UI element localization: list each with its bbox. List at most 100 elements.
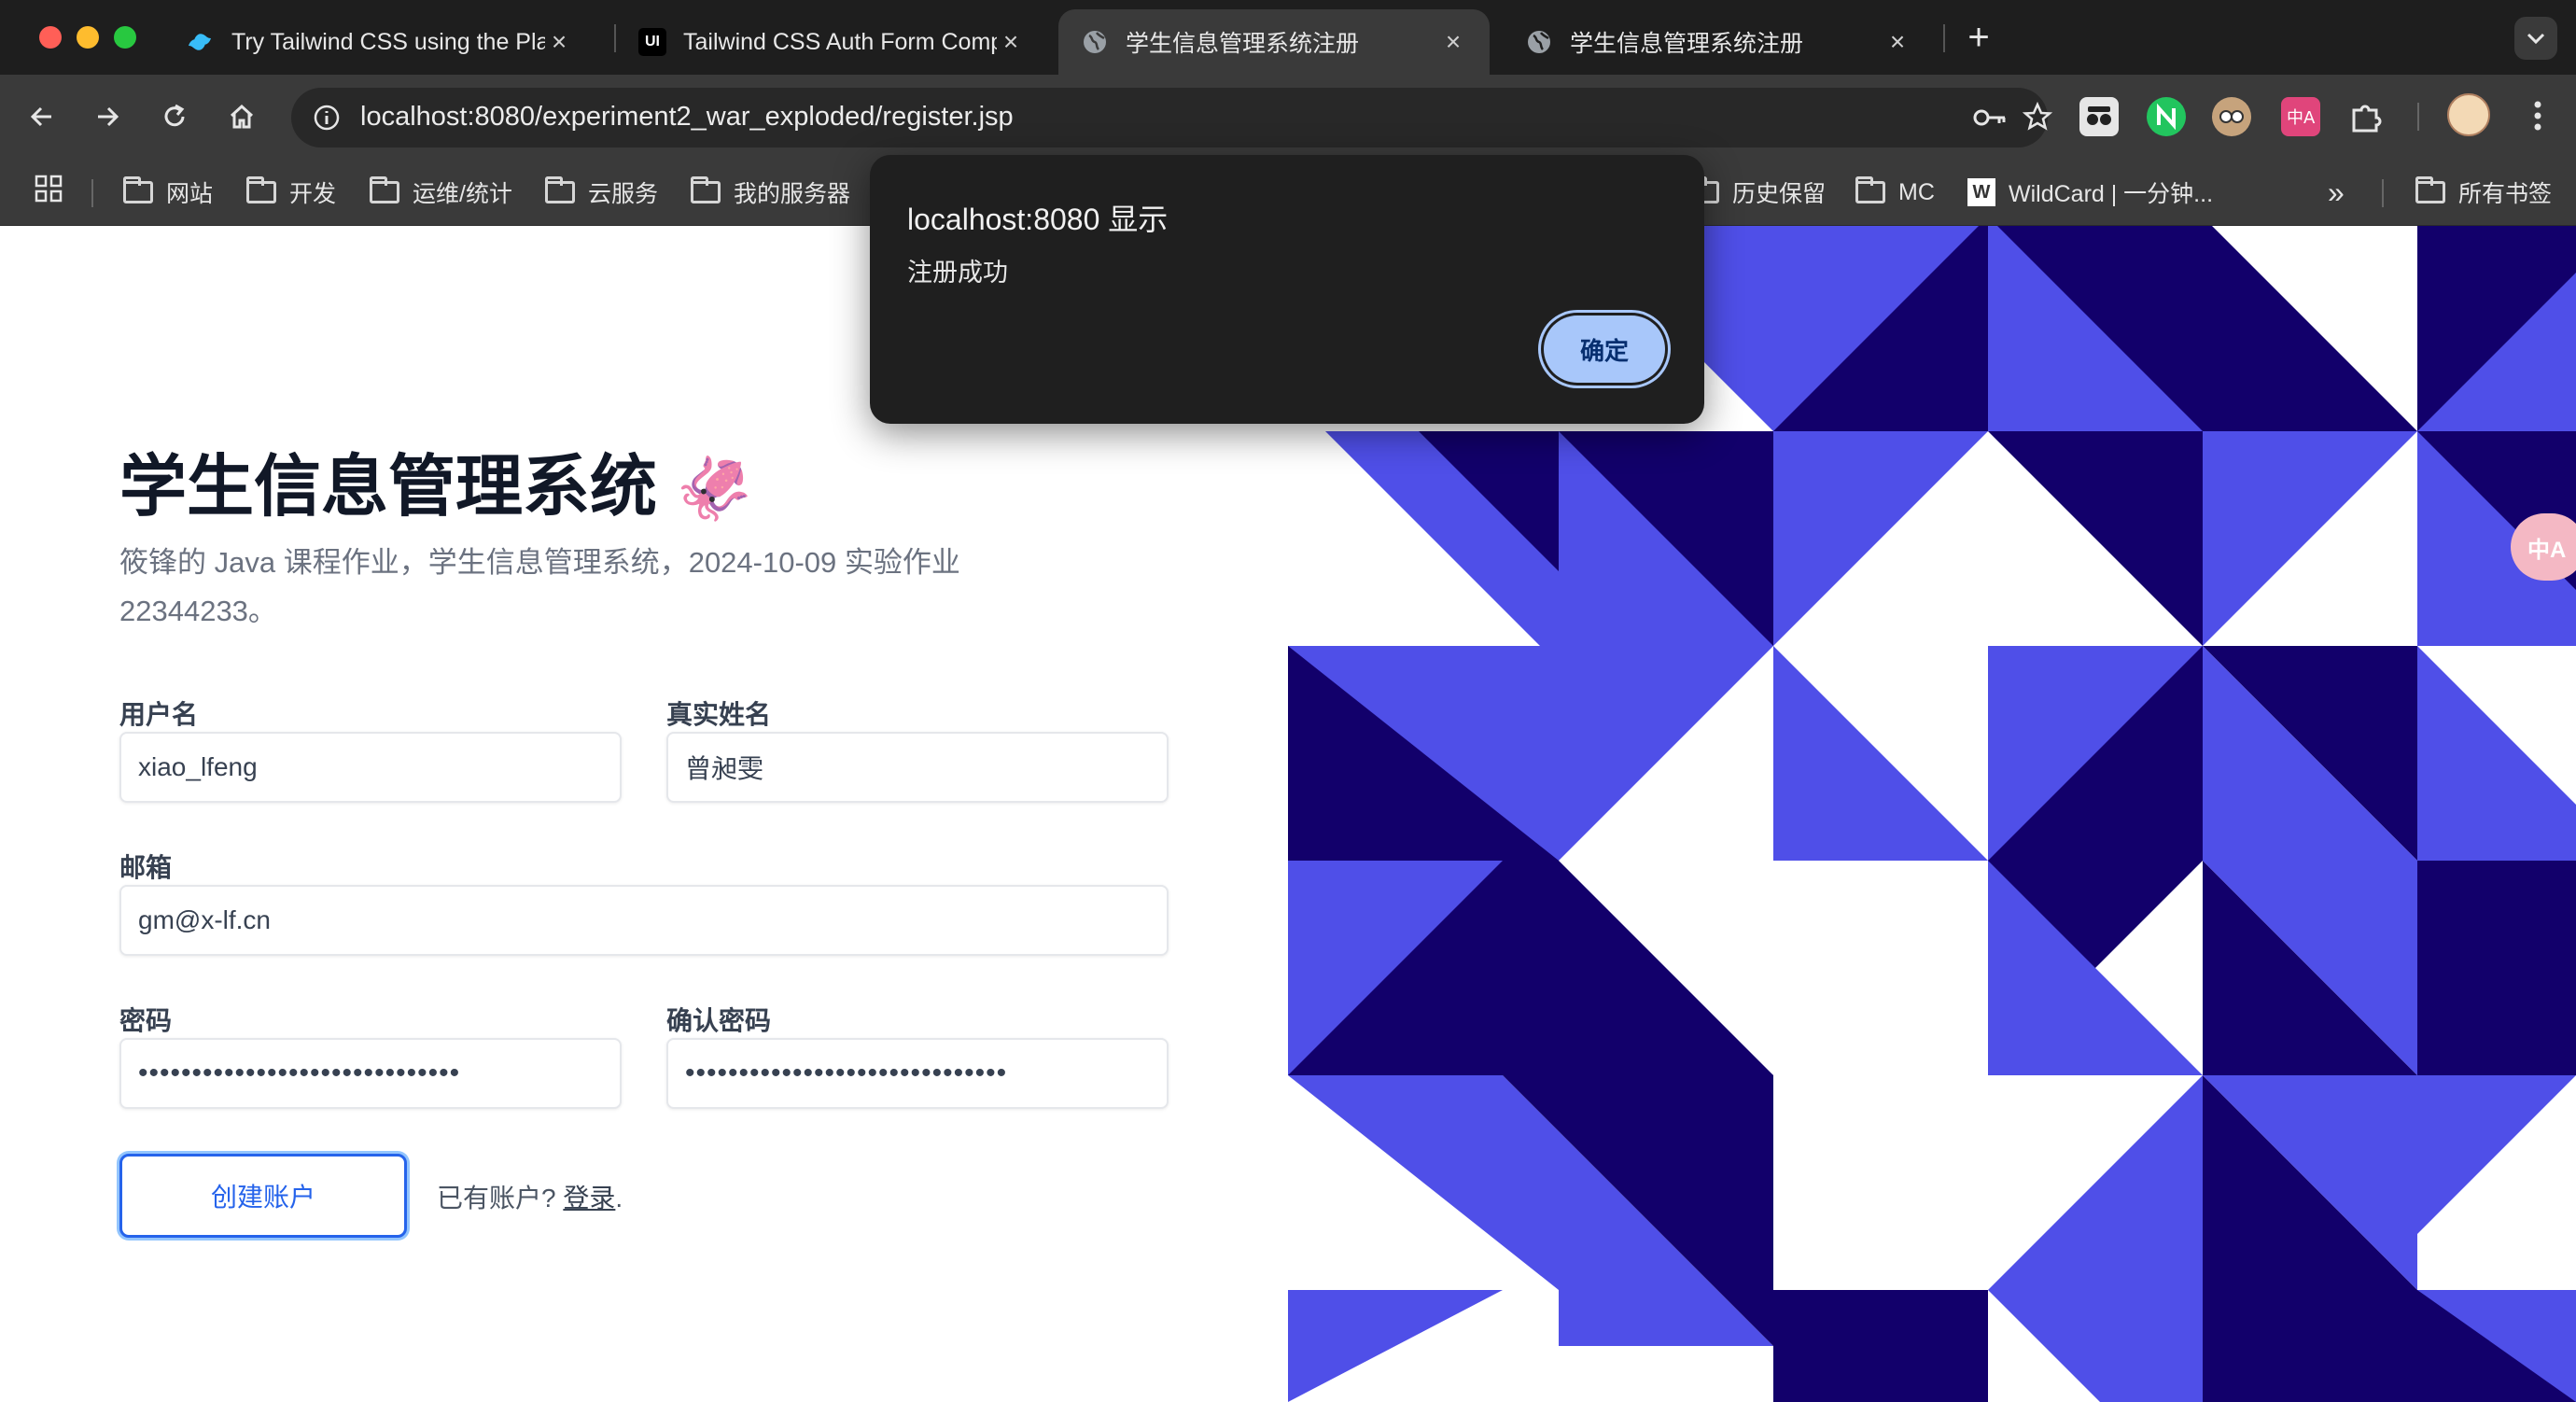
bookmarks-divider — [91, 179, 93, 207]
bookmark-folder-history[interactable]: 历史保留 — [1689, 172, 1826, 213]
page-subtitle: 筱锋的 Java 课程作业，学生信息管理系统，2024-10-09 实验作业 2… — [119, 546, 960, 627]
username-field[interactable] — [119, 732, 622, 803]
bookmark-label: MC — [1898, 178, 1935, 205]
bookmark-folder-cloud[interactable]: 云服务 — [545, 172, 658, 213]
bookmark-folder-servers[interactable]: 我的服务器 — [691, 172, 850, 213]
back-button[interactable] — [17, 91, 67, 142]
extension-glasses-icon[interactable] — [2079, 97, 2119, 136]
tab-title: 学生信息管理系统注册 — [1570, 31, 1804, 57]
confirm-password-label: 确认密码 — [666, 1006, 772, 1035]
globe-icon — [1525, 28, 1553, 56]
folder-icon — [691, 176, 721, 203]
realname-field[interactable] — [666, 732, 1169, 803]
zoom-window-button[interactable] — [114, 26, 136, 49]
bookmark-folder-mc[interactable]: MC — [1855, 172, 1935, 213]
email-field[interactable] — [119, 885, 1169, 956]
address-bar[interactable]: localhost:8080/experiment2_war_exploded/… — [291, 88, 2053, 147]
translate-float-button[interactable]: 中A — [2511, 513, 2576, 581]
folder-icon — [1855, 176, 1885, 203]
email-label: 邮箱 — [119, 853, 173, 882]
bookmark-label: 历史保留 — [1732, 181, 1827, 207]
browser-toolbar: localhost:8080/experiment2_war_exploded/… — [0, 75, 2576, 159]
wildcard-favicon-icon: W — [1967, 178, 1995, 206]
bookmarks-divider — [2382, 179, 2384, 207]
minimize-window-button[interactable] — [77, 26, 99, 49]
tab-title: 学生信息管理系统注册 — [1126, 31, 1360, 57]
squid-emoji-icon: 🦑 — [676, 454, 753, 523]
close-tab-icon[interactable]: × — [545, 27, 573, 57]
title-text: 学生信息管理系统 — [119, 450, 658, 525]
bookmark-label: 网站 — [166, 181, 214, 207]
arrow-left-icon — [30, 106, 51, 127]
confirm-password-input[interactable] — [668, 1040, 1167, 1107]
password-field[interactable] — [119, 1038, 622, 1109]
tailwind-ui-icon: UI — [638, 28, 666, 56]
arrow-right-icon — [98, 106, 119, 127]
tab-register[interactable]: 学生信息管理系统注册 × — [1503, 9, 1934, 75]
tab-tailwind-auth[interactable]: UI Tailwind CSS Auth Form Comp × — [616, 9, 1047, 75]
password-input[interactable] — [121, 1040, 620, 1107]
page-title: 学生信息管理系统 🦑 — [119, 431, 752, 529]
bookmark-label: 开发 — [289, 181, 337, 207]
confirm-password-field[interactable] — [666, 1038, 1169, 1109]
close-window-button[interactable] — [39, 26, 62, 49]
bookmark-folder-dev[interactable]: 开发 — [246, 172, 336, 213]
all-bookmarks-folder[interactable]: 所有书签 — [2415, 172, 2552, 213]
globe-icon — [1081, 28, 1109, 56]
bookmark-label: 所有书签 — [2458, 181, 2553, 207]
close-tab-icon[interactable]: × — [1439, 27, 1467, 57]
bookmark-label: WildCard | 一分钟... — [2009, 181, 2214, 207]
profile-avatar[interactable] — [2447, 93, 2490, 136]
username-input[interactable] — [121, 734, 620, 801]
folder-icon — [370, 176, 399, 203]
tab-search-button[interactable] — [2514, 17, 2557, 60]
create-account-button[interactable]: 创建账户 — [119, 1154, 407, 1238]
period-text: . — [615, 1184, 623, 1213]
apps-grid-icon[interactable] — [34, 174, 63, 208]
new-tab-icon[interactable]: + — [1958, 17, 1999, 58]
info-icon[interactable] — [312, 103, 342, 133]
have-account-text: 已有账户? — [437, 1184, 556, 1213]
folder-icon — [123, 176, 153, 203]
bookmark-folder-ops[interactable]: 运维/统计 — [370, 172, 512, 213]
tab-register-active[interactable]: 学生信息管理系统注册 × — [1058, 9, 1490, 75]
close-tab-icon[interactable]: × — [997, 27, 1025, 57]
bookmark-label: 云服务 — [588, 181, 659, 207]
tab-title: Try Tailwind CSS using the Pla — [231, 28, 545, 55]
extension-avatar-icon[interactable] — [2212, 97, 2251, 136]
svg-text:中A: 中A — [2287, 108, 2316, 128]
realname-input[interactable] — [668, 734, 1167, 801]
alert-dialog: localhost:8080 显示 注册成功 确定 — [870, 155, 1704, 424]
home-button[interactable] — [217, 91, 267, 142]
url-text[interactable]: localhost:8080/experiment2_war_exploded/… — [360, 102, 1014, 133]
bookmark-wildcard[interactable]: W WildCard | 一分钟... — [1967, 172, 2213, 213]
folder-icon — [545, 176, 575, 203]
chevron-down-icon — [2527, 33, 2545, 45]
reload-icon — [164, 104, 185, 127]
tab-title: Tailwind CSS Auth Form Comp — [683, 28, 997, 55]
tab-tailwind-playground[interactable]: Try Tailwind CSS using the Pla × — [164, 9, 595, 75]
bookmark-folder-sites[interactable]: 网站 — [123, 172, 213, 213]
login-link[interactable]: 登录 — [563, 1184, 615, 1213]
folder-icon — [246, 176, 276, 203]
tab-divider — [1943, 24, 1945, 52]
more-menu-icon[interactable] — [2522, 95, 2554, 136]
email-input[interactable] — [121, 887, 1167, 954]
dialog-message: 注册成功 — [907, 259, 1008, 287]
toolbar-divider — [2417, 103, 2419, 131]
bookmarks-overflow-icon[interactable]: » — [2328, 172, 2345, 213]
extensions-puzzle-icon[interactable] — [2346, 97, 2386, 136]
bookmark-star-icon[interactable] — [2022, 101, 2053, 133]
close-tab-icon[interactable]: × — [1883, 27, 1911, 57]
extension-n-icon[interactable] — [2147, 97, 2186, 136]
translate-extension-icon[interactable]: 中A — [2281, 97, 2320, 136]
password-key-icon[interactable] — [1971, 103, 2009, 133]
dialog-ok-button[interactable]: 确定 — [1544, 315, 1665, 383]
reload-button[interactable] — [149, 91, 200, 142]
login-prompt: 已有账户? 登录. — [437, 1178, 623, 1215]
forward-button[interactable] — [82, 91, 133, 142]
bookmark-label: 运维/统计 — [413, 181, 512, 207]
tab-strip: Try Tailwind CSS using the Pla × UI Tail… — [0, 0, 2576, 75]
realname-label: 真实姓名 — [666, 700, 772, 729]
bookmark-label: 我的服务器 — [734, 181, 851, 207]
